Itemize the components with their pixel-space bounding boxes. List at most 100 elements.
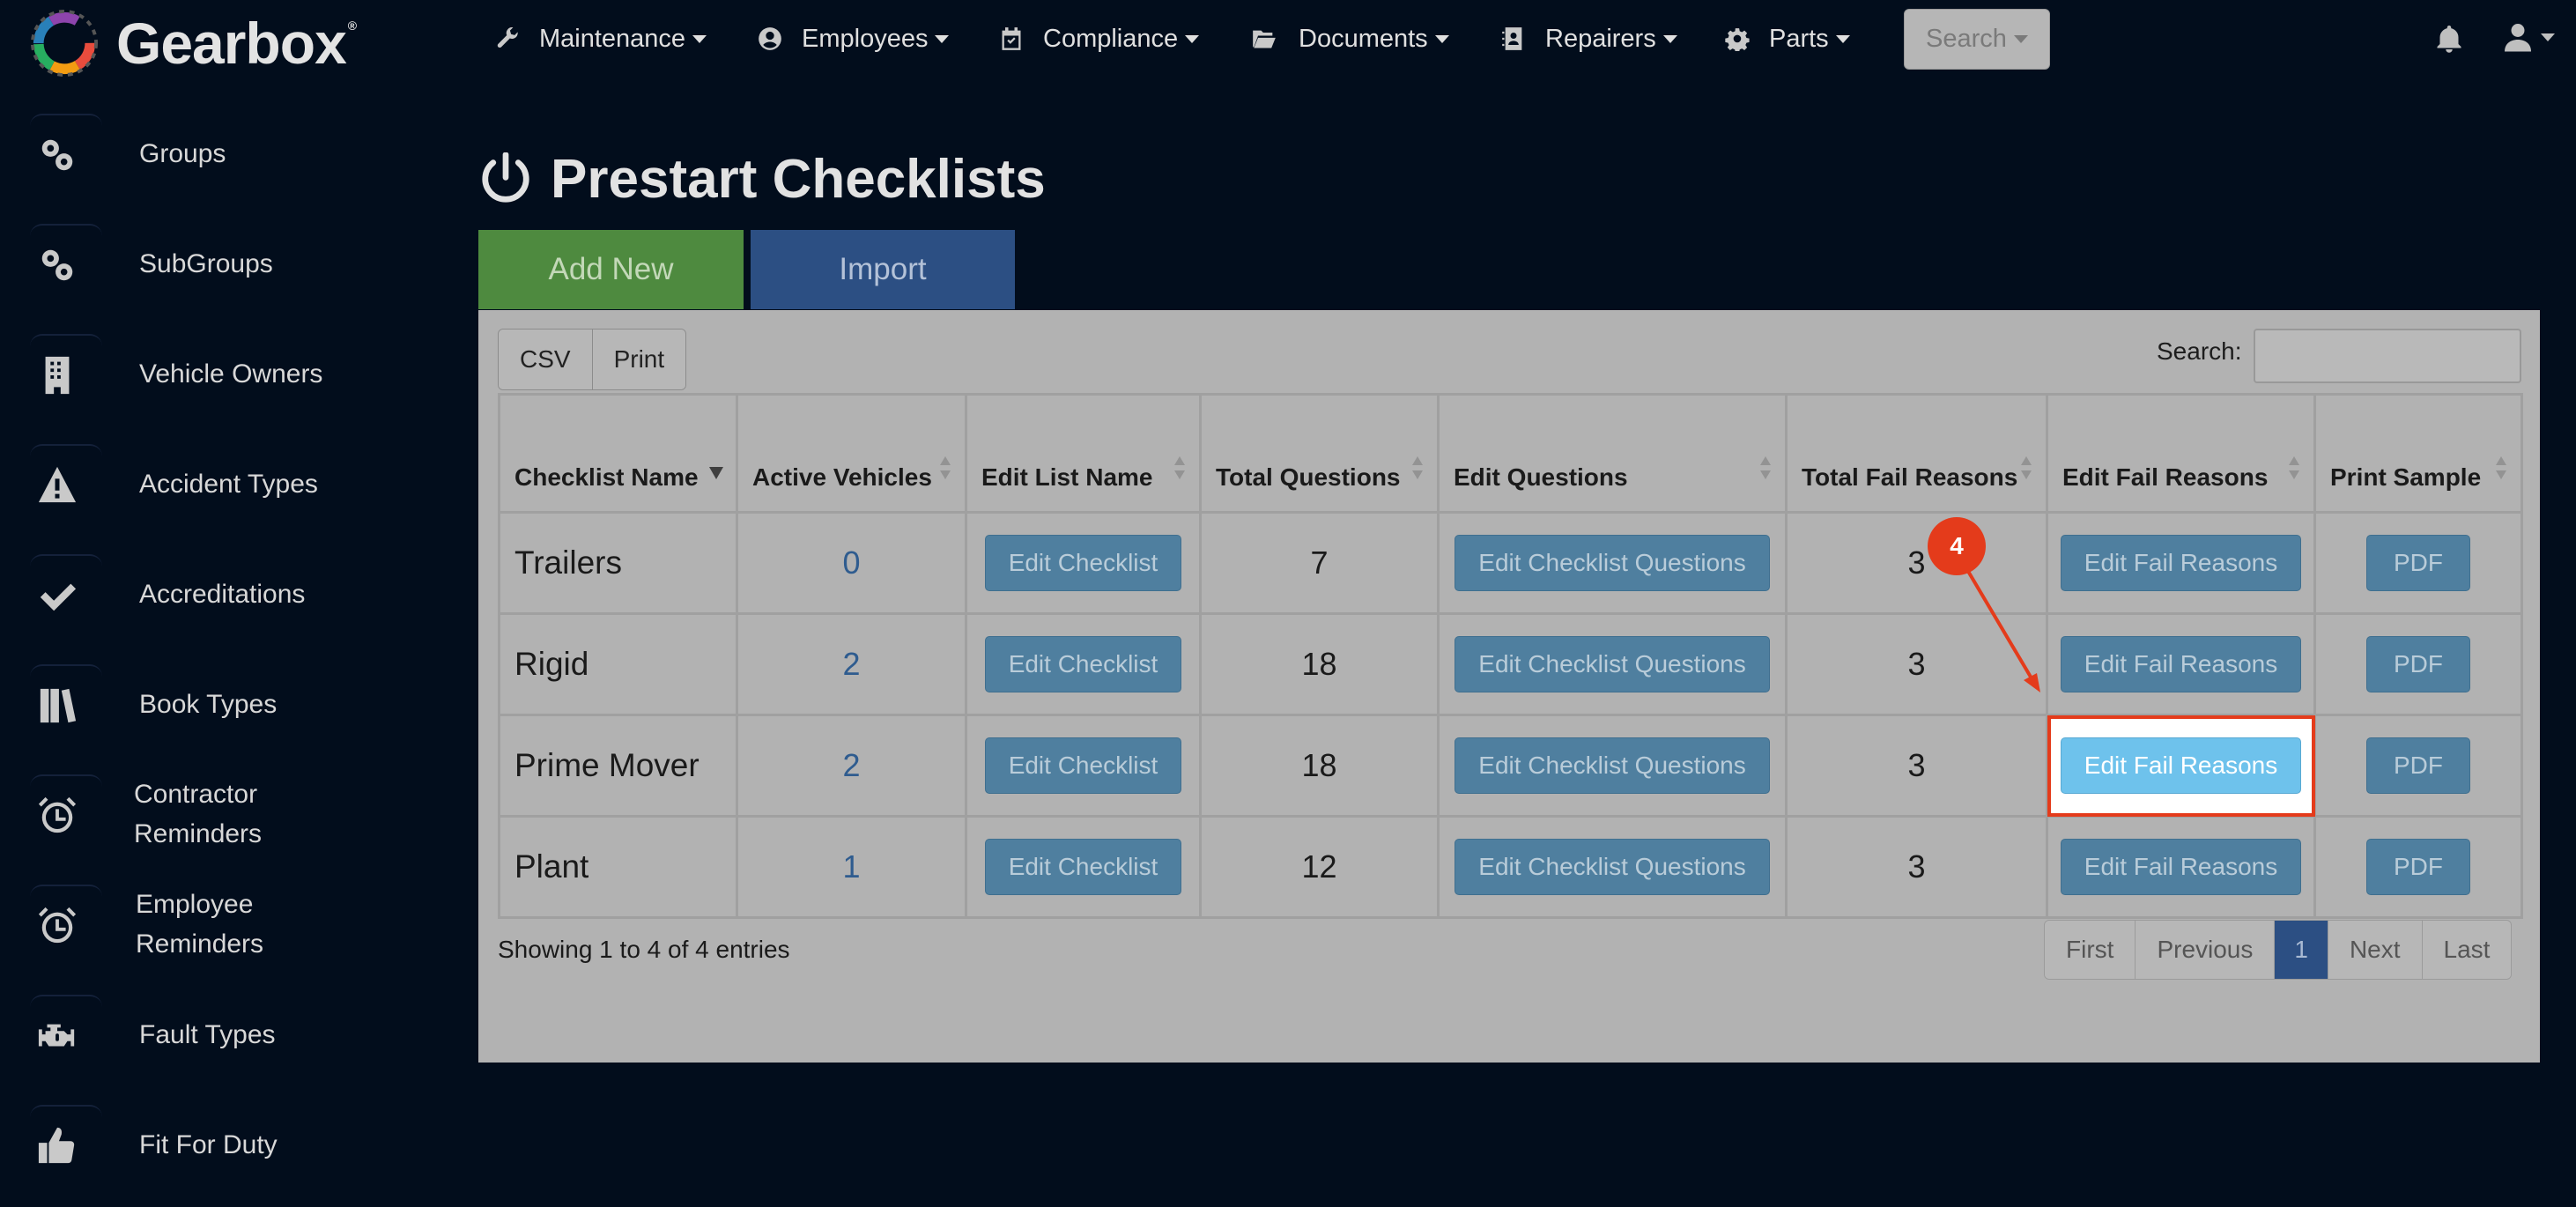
sidebar-item-label: Vehicle Owners (139, 359, 323, 389)
nav-repairers[interactable]: Repairers (1501, 19, 1677, 58)
edit-checklist-questions-button[interactable]: Edit Checklist Questions (1455, 737, 1770, 794)
thumbs-up-icon (38, 1127, 75, 1164)
user-icon (2505, 24, 2531, 52)
pdf-button[interactable]: PDF (2366, 839, 2470, 895)
sidebar-item-accident-types[interactable]: Accident Types (0, 432, 476, 537)
sidebar-item-label: SubGroups (139, 249, 273, 278)
active-vehicles-link[interactable]: 2 (736, 612, 967, 716)
global-search-button[interactable]: Search (1904, 9, 2050, 70)
sidebar-item-accreditations[interactable]: Accreditations (0, 542, 476, 648)
table-row: Plant 1 Edit Checklist 12 Edit Checklist… (498, 815, 2523, 919)
print-button[interactable]: Print (591, 330, 686, 389)
chevron-down-icon (1835, 34, 1850, 43)
warning-icon (38, 466, 77, 503)
sidebar-item-groups[interactable]: Groups (0, 101, 476, 207)
sidebar-item-fault-types[interactable]: Fault Types (0, 982, 476, 1088)
col-edit-fail-reasons[interactable]: Edit Fail Reasons (2046, 393, 2316, 514)
chevron-down-icon (1662, 34, 1677, 43)
app-logo[interactable]: Gearbox ® (30, 9, 357, 78)
col-total-questions[interactable]: Total Questions (1199, 393, 1440, 514)
nav-employees[interactable]: Employees (758, 19, 950, 58)
user-menu[interactable] (2502, 21, 2555, 53)
sidebar-item-label: Accident Types (139, 470, 318, 499)
total-fail-reasons: 3 (1785, 714, 2048, 818)
edit-fail-reasons-button[interactable]: Edit Fail Reasons (2060, 535, 2302, 591)
edit-checklist-button[interactable]: Edit Checklist (984, 839, 1182, 895)
chevron-down-icon (1434, 34, 1449, 43)
total-fail-reasons: 3 (1785, 612, 2048, 716)
col-total-fail-reasons[interactable]: Total Fail Reasons (1785, 393, 2048, 514)
calendar-check-icon (1002, 27, 1021, 50)
chevron-down-icon (2013, 35, 2028, 43)
sort-desc-icon (709, 456, 723, 479)
pdf-button[interactable]: PDF (2366, 636, 2470, 692)
pagination-first[interactable]: First (2045, 921, 2136, 979)
nav-documents[interactable]: Documents (1249, 19, 1449, 58)
checklist-name: Rigid (498, 612, 738, 716)
gears-icon (41, 249, 73, 281)
sidebar-item-label: Accreditations (139, 580, 306, 609)
total-questions: 18 (1199, 612, 1440, 716)
pagination: First Previous 1 Next Last (2044, 920, 2513, 980)
total-questions: 7 (1199, 511, 1440, 615)
table-row: Rigid 2 Edit Checklist 18 Edit Checklist… (498, 612, 2523, 716)
total-questions: 12 (1199, 815, 1440, 919)
edit-fail-reasons-button[interactable]: Edit Fail Reasons (2060, 636, 2302, 692)
gears-icon (41, 139, 73, 171)
col-active-vehicles[interactable]: Active Vehicles (736, 393, 967, 514)
address-book-icon (1502, 27, 1522, 50)
total-questions: 18 (1199, 714, 1440, 818)
col-edit-questions[interactable]: Edit Questions (1437, 393, 1788, 514)
bell-icon[interactable] (2433, 23, 2465, 55)
building-icon (45, 356, 70, 395)
chevron-down-icon (1185, 34, 1200, 43)
total-fail-reasons: 3 (1785, 815, 2048, 919)
nav-compliance[interactable]: Compliance (999, 19, 1200, 58)
add-new-button[interactable]: Add New (478, 230, 744, 309)
pagination-last[interactable]: Last (2421, 921, 2512, 979)
sidebar-item-fit-for-duty[interactable]: Fit For Duty (0, 1092, 476, 1198)
sidebar-item-employee-reminders[interactable]: Employee Reminders (0, 872, 476, 978)
edit-checklist-questions-button[interactable]: Edit Checklist Questions (1455, 636, 1770, 692)
nav-parts[interactable]: Parts (1725, 19, 1850, 58)
edit-checklist-questions-button[interactable]: Edit Checklist Questions (1455, 535, 1770, 591)
sidebar-item-subgroups[interactable]: SubGroups (0, 211, 476, 317)
step-badge: 4 (1928, 517, 1986, 575)
active-vehicles-link[interactable]: 0 (736, 511, 967, 615)
edit-fail-reasons-button[interactable]: Edit Fail Reasons (2060, 737, 2302, 794)
chevron-down-icon (935, 34, 950, 43)
checklist-name: Trailers (498, 511, 738, 615)
app-name: Gearbox ® (116, 11, 357, 76)
sidebar-item-book-types[interactable]: Book Types (0, 652, 476, 758)
nav-maintenance[interactable]: Maintenance (495, 19, 707, 58)
pagination-previous[interactable]: Previous (2135, 921, 2275, 979)
alarm-clock-icon (38, 907, 77, 944)
edit-checklist-button[interactable]: Edit Checklist (984, 535, 1182, 591)
col-print-sample[interactable]: Print Sample (2313, 393, 2523, 514)
sort-icon (2021, 456, 2032, 479)
pdf-button[interactable]: PDF (2366, 535, 2470, 591)
edit-fail-reasons-button[interactable]: Edit Fail Reasons (2060, 839, 2302, 895)
col-checklist-name[interactable]: Checklist Name (498, 393, 738, 514)
gear-icon (1725, 28, 1750, 51)
pdf-button[interactable]: PDF (2366, 737, 2470, 794)
col-edit-list-name[interactable]: Edit List Name (965, 393, 1202, 514)
sidebar-item-vehicle-owners[interactable]: Vehicle Owners (0, 322, 476, 427)
checklists-table: Checklist Name Active Vehicles Edit List… (498, 393, 2523, 919)
active-vehicles-link[interactable]: 2 (736, 714, 967, 818)
check-icon (40, 583, 77, 611)
table-search-input[interactable] (2254, 329, 2521, 383)
edit-checklist-questions-button[interactable]: Edit Checklist Questions (1455, 839, 1770, 895)
checklist-name: Plant (498, 815, 738, 919)
sidebar-item-contractor-reminders[interactable]: Contractor Reminders (0, 762, 476, 868)
sort-icon (1760, 456, 1771, 479)
import-button[interactable]: Import (751, 230, 1015, 309)
csv-button[interactable]: CSV (499, 330, 592, 389)
export-button-group: CSV Print (498, 329, 687, 390)
edit-checklist-button[interactable]: Edit Checklist (984, 737, 1182, 794)
pagination-next[interactable]: Next (2327, 921, 2422, 979)
active-vehicles-link[interactable]: 1 (736, 815, 967, 919)
total-fail-reasons: 3 (1785, 511, 2048, 615)
edit-checklist-button[interactable]: Edit Checklist (984, 636, 1182, 692)
pagination-page-current[interactable]: 1 (2274, 921, 2328, 979)
